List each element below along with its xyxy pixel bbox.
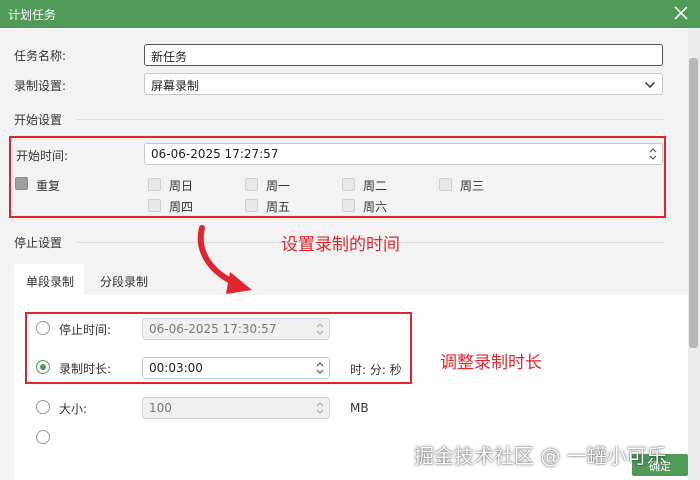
window-title: 计划任务 bbox=[8, 8, 57, 22]
size-unit: MB bbox=[350, 401, 369, 415]
size-input[interactable]: 100 bbox=[142, 397, 330, 419]
record-setting-label: 录制设置: bbox=[14, 79, 67, 93]
duration-highlight-box bbox=[25, 312, 412, 384]
stop-section-label: 停止设置 bbox=[14, 236, 63, 250]
task-name-label: 任务名称: bbox=[14, 49, 67, 63]
task-name-input[interactable]: 新任务 bbox=[144, 44, 663, 66]
close-icon[interactable] bbox=[672, 4, 690, 22]
watermark: 掘金技术社区 @ 一罐小可乐 bbox=[414, 444, 667, 468]
record-setting-value: 屏幕录制 bbox=[151, 79, 200, 93]
scrollbar-thumb[interactable] bbox=[689, 58, 698, 348]
scrollbar[interactable] bbox=[688, 28, 700, 480]
start-highlight-box bbox=[9, 136, 666, 218]
title-bar: 计划任务 bbox=[0, 0, 700, 28]
size-value: 100 bbox=[149, 401, 172, 415]
chevron-down-icon bbox=[644, 81, 656, 89]
next-option-radio[interactable] bbox=[36, 430, 50, 444]
spinner-icon[interactable] bbox=[315, 399, 325, 417]
size-radio[interactable] bbox=[36, 400, 50, 414]
start-section-divider bbox=[76, 119, 664, 120]
record-setting-select[interactable]: 屏幕录制 bbox=[144, 73, 663, 95]
arrow-icon bbox=[197, 225, 252, 294]
tab-segment-record[interactable]: 分段录制 bbox=[88, 264, 168, 296]
annotation-adjust-duration: 调整录制时长 bbox=[440, 353, 542, 373]
size-label: 大小: bbox=[59, 402, 88, 416]
start-section-label: 开始设置 bbox=[14, 113, 63, 127]
tab-single-record[interactable]: 单段录制 bbox=[14, 264, 84, 296]
annotation-set-time: 设置录制的时间 bbox=[281, 235, 400, 255]
